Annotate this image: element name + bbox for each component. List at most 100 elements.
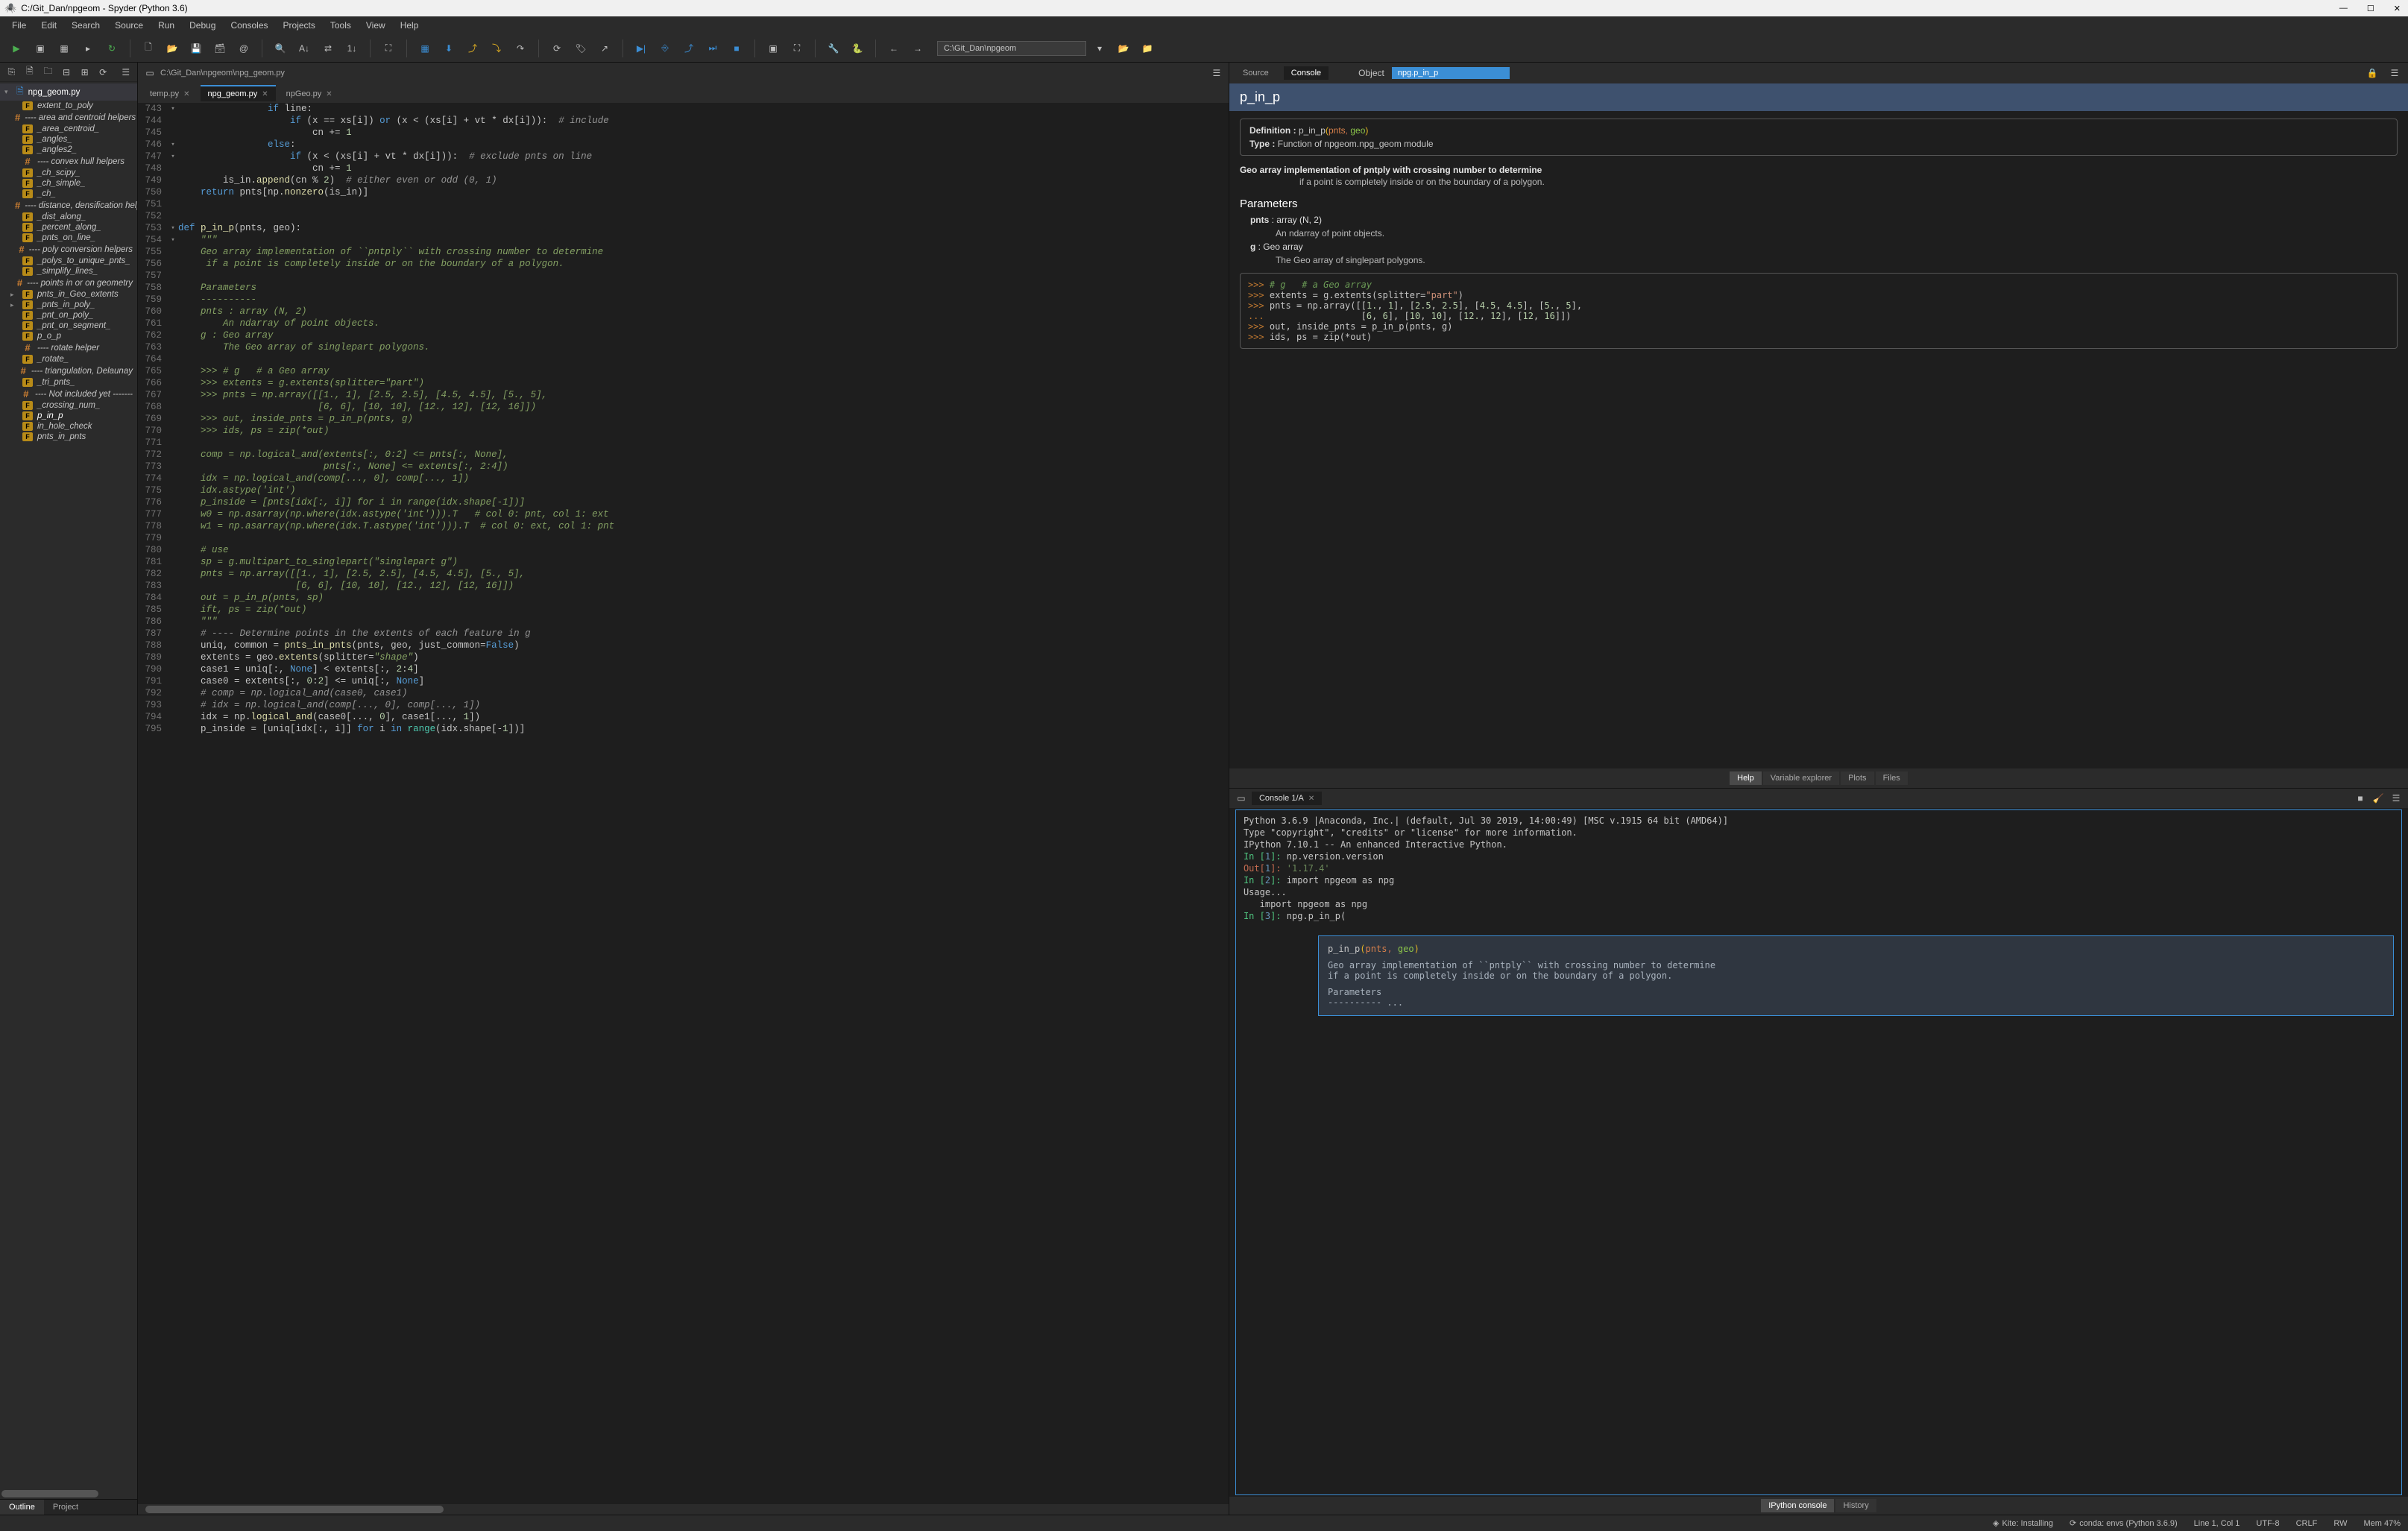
fullscreen-button[interactable]: ⛶ <box>787 38 807 59</box>
outline-item[interactable]: F_dist_along_ <box>0 212 137 222</box>
nav-forward-button[interactable]: → <box>907 38 928 59</box>
outline-item[interactable]: F_angles2_ <box>0 145 137 155</box>
help-tab-plots[interactable]: Plots <box>1841 771 1873 785</box>
outline-item[interactable]: Fextent_to_poly <box>0 101 137 111</box>
debug-button[interactable]: ▦ <box>415 38 435 59</box>
outline-item[interactable]: #---- rotate helper <box>0 341 137 354</box>
outline-menu-icon[interactable]: ☰ <box>119 64 133 81</box>
debug-continue-button[interactable]: ⤵ <box>486 38 507 59</box>
tab-close-icon[interactable]: ✕ <box>326 90 332 98</box>
editor-options-icon[interactable]: ☰ <box>1209 66 1224 81</box>
outline-item[interactable]: ▸Fpnts_in_Geo_extents <box>0 289 137 300</box>
menu-tools[interactable]: Tools <box>323 18 359 33</box>
outline-doc-icon[interactable]: 🗎 <box>23 64 37 81</box>
menu-search[interactable]: Search <box>64 18 107 33</box>
stop-button[interactable]: ■ <box>726 38 747 59</box>
help-source-tab[interactable]: Source <box>1235 66 1276 80</box>
working-directory-input[interactable] <box>937 41 1086 56</box>
run-cell-button[interactable]: ▣ <box>30 38 51 59</box>
menu-view[interactable]: View <box>359 18 393 33</box>
menu-edit[interactable]: Edit <box>34 18 64 33</box>
outline-item[interactable]: #---- area and centroid helpers <box>0 111 137 124</box>
console-stop-icon[interactable]: ■ <box>2353 791 2368 806</box>
outline-item[interactable]: Fpnts_in_pnts <box>0 432 137 442</box>
editor-tab[interactable]: npGeo.py✕ <box>279 85 340 101</box>
status-conda[interactable]: ⟳ conda: envs (Python 3.6.9) <box>2070 1518 2178 1528</box>
help-tab-variable-explorer[interactable]: Variable explorer <box>1763 771 1839 785</box>
cell-symbol-button[interactable]: @ <box>233 38 254 59</box>
sync-button[interactable]: ⟳ <box>546 38 567 59</box>
close-button[interactable]: ✕ <box>2391 2 2404 15</box>
parent-dir-button[interactable]: 📁 <box>1137 38 1158 59</box>
open-file-button[interactable]: 📂 <box>162 38 183 59</box>
outline-item[interactable]: F_area_centroid_ <box>0 124 137 134</box>
menu-consoles[interactable]: Consoles <box>223 18 275 33</box>
status-kite[interactable]: ◈ Kite: Installing <box>1993 1518 2053 1528</box>
save-all-button[interactable]: 🗃 <box>209 38 230 59</box>
console-tab[interactable]: Console 1/A✕ <box>1252 792 1322 805</box>
outline-item[interactable]: Fp_in_p <box>0 411 137 421</box>
outline-item[interactable]: #---- poly conversion helpers <box>0 243 137 256</box>
outline-item[interactable]: F_ch_simple_ <box>0 178 137 189</box>
outline-item[interactable]: F_simplify_lines_ <box>0 266 137 277</box>
new-file-button[interactable]: 🗋 <box>138 38 159 59</box>
outline-root-file[interactable]: ▾ 🗎 npg_geom.py <box>0 83 137 101</box>
search-button[interactable]: 🔍 <box>270 38 291 59</box>
code-editor[interactable]: 7437447457467477487497507517527537547557… <box>138 103 1229 1504</box>
menu-projects[interactable]: Projects <box>276 18 323 33</box>
sort-19-button[interactable]: 1↓ <box>341 38 362 59</box>
save-button[interactable]: 💾 <box>186 38 207 59</box>
outline-item[interactable]: Fp_o_p <box>0 331 137 341</box>
outline-tab-outline[interactable]: Outline <box>0 1500 44 1515</box>
outline-collapse-icon[interactable]: ⊟ <box>60 64 74 81</box>
minimize-button[interactable]: — <box>2336 2 2351 15</box>
nav-back-button[interactable]: ← <box>883 38 904 59</box>
outline-tab-project[interactable]: Project <box>44 1500 87 1515</box>
console-tab-history[interactable]: History <box>1835 1499 1876 1512</box>
outline-item[interactable]: F_rotate_ <box>0 354 137 364</box>
outline-tree[interactable]: ▾ 🗎 npg_geom.py Fextent_to_poly#---- are… <box>0 82 137 1489</box>
python-path-button[interactable]: 🐍 <box>847 38 868 59</box>
console-menu-icon[interactable]: ☰ <box>2389 791 2404 806</box>
console-browse-icon[interactable]: ▭ <box>1234 791 1249 806</box>
console-tab-close-icon[interactable]: ✕ <box>1308 795 1314 803</box>
menu-help[interactable]: Help <box>393 18 426 33</box>
run-file-button[interactable]: ▶ <box>6 38 27 59</box>
browse-cwd-button[interactable]: 📂 <box>1113 38 1134 59</box>
debug-return-button[interactable]: ⤴ <box>462 38 483 59</box>
swap-button[interactable]: ⇄ <box>318 38 338 59</box>
outline-item[interactable]: #---- triangulation, Delaunay <box>0 364 137 377</box>
detach-button[interactable]: ↗ <box>594 38 615 59</box>
outline-close-icon[interactable]: 🗀 <box>41 64 55 81</box>
help-tab-files[interactable]: Files <box>1876 771 1908 785</box>
debug-step-over-button[interactable]: ↷ <box>510 38 531 59</box>
outline-item[interactable]: F_ch_ <box>0 189 137 199</box>
step-in-button[interactable]: ⎆ <box>655 38 675 59</box>
console-clear-icon[interactable]: 🧹 <box>2371 791 2386 806</box>
help-console-tab[interactable]: Console <box>1284 66 1329 80</box>
outline-item[interactable]: F_pnt_on_segment_ <box>0 321 137 331</box>
outline-item[interactable]: F_crossing_num_ <box>0 400 137 411</box>
outline-expand-icon[interactable]: ⊞ <box>78 64 92 81</box>
outline-copy-icon[interactable]: ⎘ <box>4 64 19 81</box>
editor-tab[interactable]: temp.py✕ <box>142 85 198 101</box>
outline-item[interactable]: F_pnt_on_poly_ <box>0 310 137 321</box>
tag-button[interactable]: 🏷 <box>570 38 591 59</box>
help-menu-icon[interactable]: ☰ <box>2387 66 2402 81</box>
menu-run[interactable]: Run <box>151 18 182 33</box>
outline-item[interactable]: #---- distance, densification helpers <box>0 199 137 212</box>
console-output[interactable]: Python 3.6.9 |Anaconda, Inc.| (default, … <box>1235 809 2402 1495</box>
settings-button[interactable]: 🔧 <box>823 38 844 59</box>
run-selection-button[interactable]: ▸ <box>78 38 98 59</box>
console-tab-ipython-console[interactable]: IPython console <box>1761 1499 1834 1512</box>
tab-close-icon[interactable]: ✕ <box>262 90 268 98</box>
outline-item[interactable]: #---- Not included yet ------- <box>0 388 137 400</box>
help-object-input[interactable] <box>1392 67 1510 79</box>
step-out-button[interactable]: ⤴ <box>678 38 699 59</box>
menu-file[interactable]: File <box>4 18 34 33</box>
outline-item[interactable]: F_polys_to_unique_pnts_ <box>0 256 137 266</box>
editor-browse-icon[interactable]: ▭ <box>142 66 157 81</box>
run-cell-advance-button[interactable]: ▦ <box>54 38 75 59</box>
outline-item[interactable]: #---- points in or on geometry <box>0 277 137 289</box>
sort-az-button[interactable]: A↓ <box>294 38 315 59</box>
